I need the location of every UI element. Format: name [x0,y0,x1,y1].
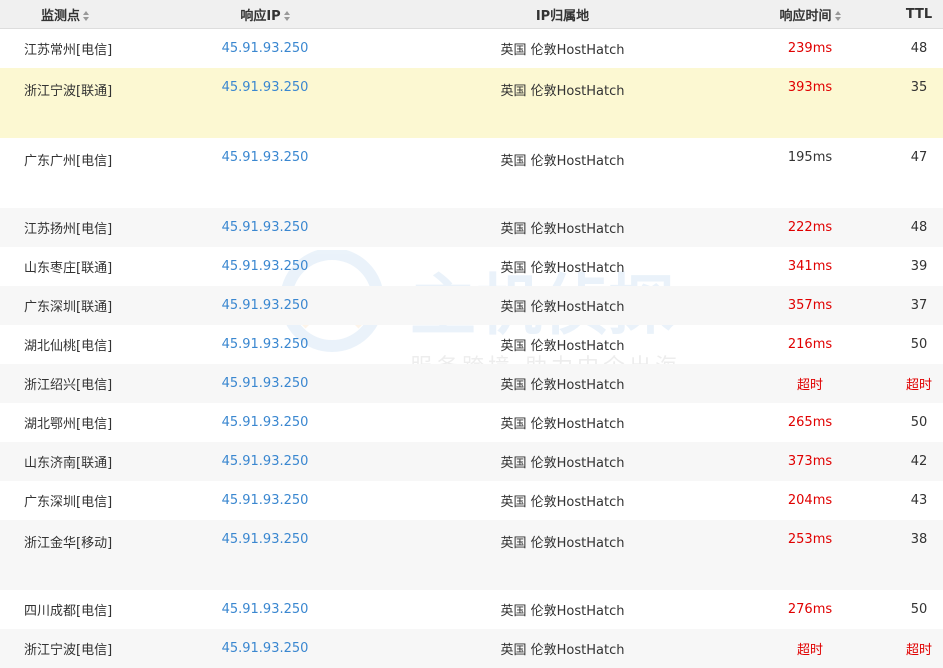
ttl-cell: 48 [910,41,928,56]
sort-icon[interactable] [283,11,290,21]
response-time-cell: 357ms [787,298,833,313]
ttl-cell: 超时 [905,378,932,393]
node-cell: 浙江绍兴[电信] [24,378,113,393]
ttl-cell: 50 [910,602,928,617]
location-cell: 英国 伦敦HostHatch [500,154,625,169]
ip-link[interactable]: 45.91.93.250 [130,520,400,590]
header-location: IP归属地 [400,0,725,29]
response-time-cell: 253ms [787,532,833,547]
ip-link[interactable]: 45.91.93.250 [130,403,400,442]
node-cell: 湖北鄂州[电信] [24,417,113,432]
location-cell: 英国 伦敦HostHatch [500,495,625,510]
location-cell: 英国 伦敦HostHatch [500,417,625,432]
ip-link[interactable]: 45.91.93.250 [130,29,400,69]
response-time-cell: 341ms [787,259,833,274]
ip-link[interactable]: 45.91.93.250 [130,325,400,364]
table-row: 江苏扬州[电信] 45.91.93.250 英国 伦敦HostHatch 222ms 4… [0,208,943,247]
ttl-cell: 48 [910,220,928,235]
header-ip[interactable]: 响应IP [130,0,400,29]
table-row: 江苏常州[电信] 45.91.93.250 英国 伦敦HostHatch 239ms 4… [0,29,943,69]
location-cell: 英国 伦敦HostHatch [500,222,625,237]
response-time-cell: 222ms [787,220,833,235]
node-cell: 广东深圳[联通] [24,300,113,315]
table-row: 山东枣庄[联通] 45.91.93.250 英国 伦敦HostHatch 341ms 3… [0,247,943,286]
location-cell: 英国 伦敦HostHatch [500,456,625,471]
location-cell: 英国 伦敦HostHatch [500,604,625,619]
response-time-cell: 393ms [787,80,833,95]
response-time-cell: 373ms [787,454,833,469]
response-time-cell: 216ms [787,337,833,352]
node-cell: 江苏扬州[电信] [24,222,113,237]
table-row: 广东深圳[联通] 45.91.93.250 英国 伦敦HostHatch 357ms 3… [0,286,943,325]
ip-link[interactable]: 45.91.93.250 [130,364,400,403]
location-cell: 英国 伦敦HostHatch [500,643,625,658]
location-cell: 英国 伦敦HostHatch [500,536,625,551]
location-cell: 英国 伦敦HostHatch [500,300,625,315]
node-cell: 山东枣庄[联通] [24,261,113,276]
ip-link[interactable]: 45.91.93.250 [130,590,400,629]
response-time-cell: 195ms [787,150,833,165]
table-row: 湖北鄂州[电信] 45.91.93.250 英国 伦敦HostHatch 265ms 5… [0,403,943,442]
ttl-cell: 37 [910,298,928,313]
location-cell: 英国 伦敦HostHatch [500,84,625,99]
ip-link[interactable]: 45.91.93.250 [130,442,400,481]
ip-link[interactable]: 45.91.93.250 [130,629,400,668]
table-row: 四川成都[电信] 45.91.93.250 英国 伦敦HostHatch 276ms 5… [0,590,943,629]
node-cell: 湖北仙桃[电信] [24,339,113,354]
location-cell: 英国 伦敦HostHatch [500,261,625,276]
node-cell: 山东济南[联通] [24,456,113,471]
ip-link[interactable]: 45.91.93.250 [130,208,400,247]
location-cell: 英国 伦敦HostHatch [500,339,625,354]
ttl-cell: 35 [910,80,928,95]
sort-icon[interactable] [83,11,89,21]
node-cell: 江苏常州[电信] [24,43,113,58]
ip-link[interactable]: 45.91.93.250 [130,286,400,325]
ttl-cell: 超时 [905,643,932,658]
response-time-cell: 超时 [796,643,823,658]
header-ttl: TTL [895,0,943,29]
ttl-cell: 43 [910,493,928,508]
node-cell: 浙江宁波[联通] [24,84,113,99]
table-row: 湖北仙桃[电信] 45.91.93.250 英国 伦敦HostHatch 216ms 5… [0,325,943,364]
response-time-cell: 265ms [787,415,833,430]
ip-link[interactable]: 45.91.93.250 [130,481,400,520]
table-row: 浙江宁波[电信] 45.91.93.250 英国 伦敦HostHatch 超时 超时 [0,629,943,668]
ip-link[interactable]: 45.91.93.250 [130,68,400,138]
table-header-row: 监测点 响应IP IP归属地 响应时间 TTL [0,0,943,29]
ip-link[interactable]: 45.91.93.250 [130,247,400,286]
location-cell: 英国 伦敦HostHatch [500,43,625,58]
ping-results-table: 监测点 响应IP IP归属地 响应时间 TTL 江苏常州[电信] 45.91.93… [0,0,943,668]
ttl-cell: 38 [910,532,928,547]
sort-icon[interactable] [834,11,841,21]
node-cell: 四川成都[电信] [24,604,113,619]
header-time[interactable]: 响应时间 [725,0,895,29]
table-row: 广东深圳[电信] 45.91.93.250 英国 伦敦HostHatch 204ms 4… [0,481,943,520]
table-row: 浙江宁波[联通] 45.91.93.250 英国 伦敦HostHatch 393ms 3… [0,68,943,138]
ttl-cell: 50 [910,415,928,430]
ttl-cell: 50 [910,337,928,352]
table-row: 广东广州[电信] 45.91.93.250 英国 伦敦HostHatch 195ms 4… [0,138,943,208]
node-cell: 广东广州[电信] [24,154,113,169]
ip-link[interactable]: 45.91.93.250 [130,138,400,208]
ttl-cell: 42 [910,454,928,469]
response-time-cell: 276ms [787,602,833,617]
table-row: 山东济南[联通] 45.91.93.250 英国 伦敦HostHatch 373ms 4… [0,442,943,481]
node-cell: 浙江金华[移动] [24,536,113,551]
ttl-cell: 39 [910,259,928,274]
location-cell: 英国 伦敦HostHatch [500,378,625,393]
header-node[interactable]: 监测点 [0,0,130,29]
node-cell: 浙江宁波[电信] [24,643,113,658]
table-row: 浙江金华[移动] 45.91.93.250 英国 伦敦HostHatch 253ms 3… [0,520,943,590]
node-cell: 广东深圳[电信] [24,495,113,510]
ttl-cell: 47 [910,150,928,165]
response-time-cell: 204ms [787,493,833,508]
response-time-cell: 超时 [796,378,823,393]
response-time-cell: 239ms [787,41,833,56]
table-row: 浙江绍兴[电信] 45.91.93.250 英国 伦敦HostHatch 超时 超时 [0,364,943,403]
